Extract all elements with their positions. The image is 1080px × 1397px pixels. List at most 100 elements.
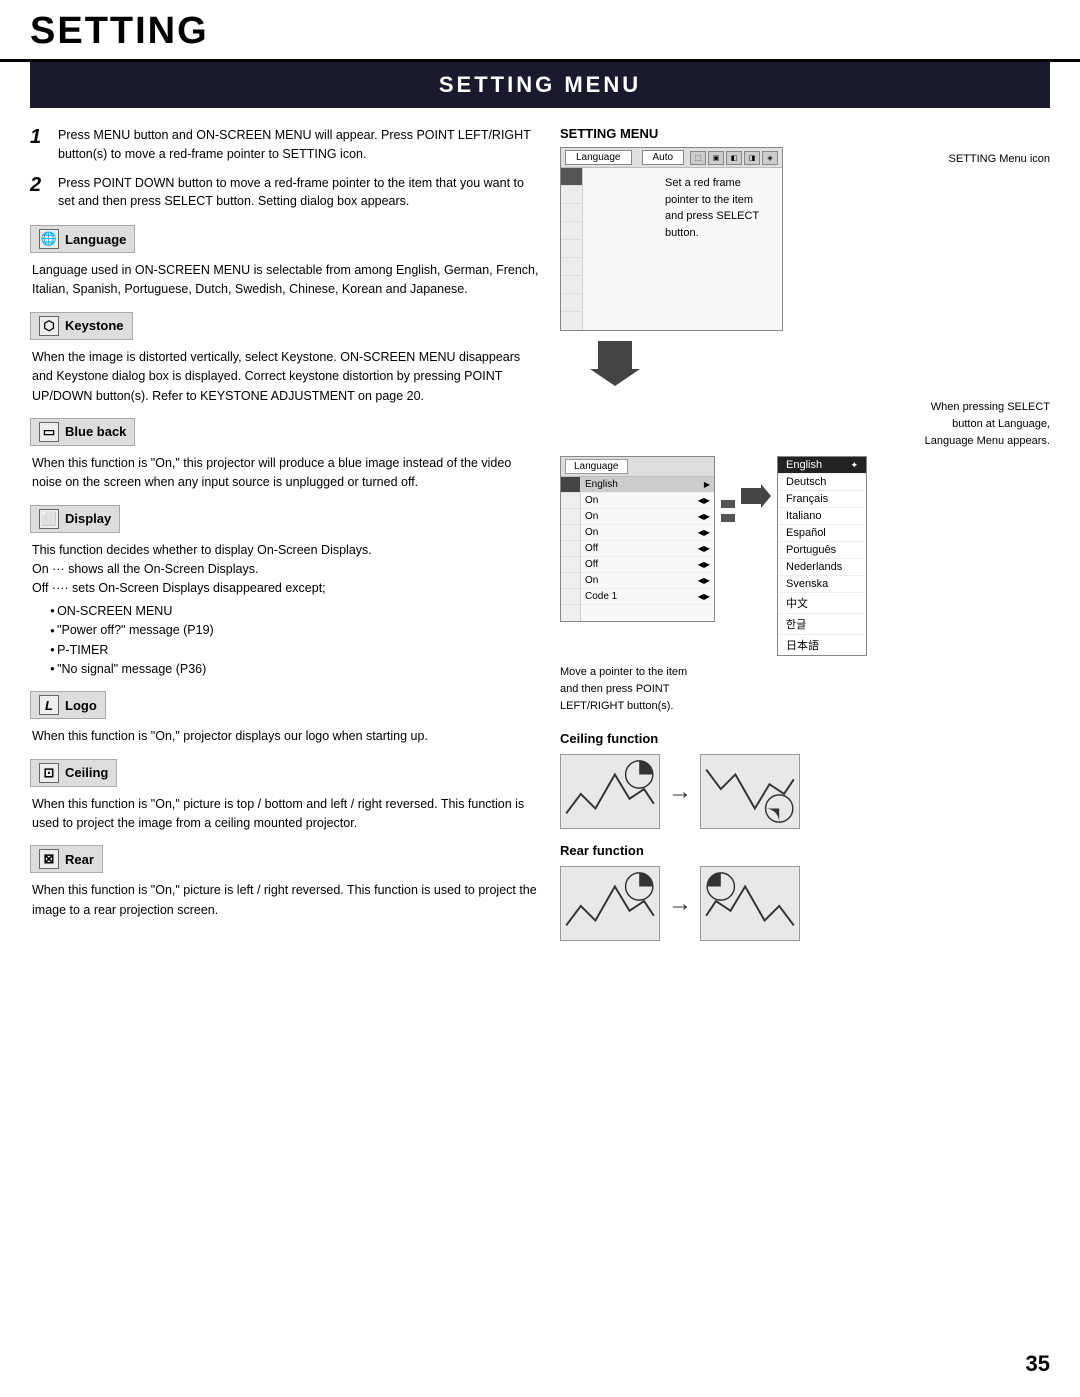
section-title: SETTING MENU [30,72,1050,98]
lang-s5 [561,541,580,557]
callout-left-text: Set a red frame pointer to the item and … [665,175,759,241]
section-keystone: ⬡ Keystone When the image is distorted v… [30,312,540,406]
steps: 1 Press MENU button and ON-SCREEN MENU w… [30,126,540,211]
top-menu-area: Language Auto ⬚ ▣ ◧ ◨ ◈ [560,147,1050,333]
lang-row-7: On ◀▶ [581,573,714,589]
logo-label: L Logo [30,691,106,719]
separator [721,456,735,536]
menu-icon-3: ◧ [726,151,742,165]
lang-sidebar [561,477,581,621]
menu-auto-label: Auto [642,150,685,165]
logo-icon: L [39,695,59,715]
lang-list-nederlands: Nederlands [778,559,866,576]
display-label: ⬜ Display [30,505,120,533]
arrow-svg [590,341,640,386]
list-item: P-TIMER [50,641,540,660]
lang-s6 [561,557,580,573]
ceiling-icon: ⊡ [39,763,59,783]
keystone-label: ⬡ Keystone [30,312,133,340]
sidebar-row-8 [561,294,582,312]
ceiling-label: ⊡ Ceiling [30,759,117,787]
section-title-bar: SETTING MENU [30,62,1050,108]
list-item: ON-SCREEN MENU [50,602,540,621]
sidebar-row-3 [561,204,582,222]
lang-list-italiano: Italiano [778,508,866,525]
logo-desc: When this function is "On," projector di… [32,727,540,746]
lang-s3 [561,509,580,525]
sidebar-row-6 [561,258,582,276]
lang-row-4: On ◀▶ [581,525,714,541]
rear-function-title: Rear function [560,843,1050,858]
language-label: 🌐 Language [30,225,135,253]
page-header: SETTING [0,0,1080,62]
sep-bar-2 [721,514,735,522]
blue-back-desc: When this function is "On," this project… [32,454,540,493]
lang-s4 [561,525,580,541]
section-ceiling: ⊡ Ceiling When this function is "On," pi… [30,759,540,834]
rear-before-img [560,866,660,941]
lang-row-3: On ◀▶ [581,509,714,525]
callout-right-text: SETTING Menu icon [949,151,1050,168]
ceiling-function-section: Ceiling function → [560,731,1050,829]
sidebar-row-5 [561,240,582,258]
blue-back-label: ▭ Blue back [30,418,135,446]
lang-s1 [561,477,580,493]
lang-s7 [561,573,580,589]
display-desc-off: Off ···· sets On-Screen Displays disappe… [32,579,540,598]
lang-row-english: English ▶ [581,477,714,493]
ceiling-function-images: → [560,754,1050,829]
language-menu-area: Language [560,456,1050,656]
menu-icon-2: ▣ [708,151,724,165]
lang-menu-header-label: Language [565,459,628,474]
display-icon: ⬜ [39,509,59,529]
menu-top-bar: Language Auto ⬚ ▣ ◧ ◨ ◈ [561,148,782,168]
list-item: "Power off?" message (P19) [50,621,540,640]
lang-row-6: Off ◀▶ [581,557,714,573]
lang-val-on3: On [585,527,598,538]
when-pressing-note: When pressing SELECT button at Language,… [560,399,1050,450]
rear-arrow: → [668,890,692,918]
right-column: SETTING MENU Language Auto ⬚ ▣ ◧ ◨ ◈ [560,126,1050,955]
section-rear: ⊠ Rear When this function is "On," pictu… [30,845,540,920]
lang-s9 [561,605,580,621]
language-desc: Language used in ON-SCREEN MENU is selec… [32,261,540,300]
main-content: 1 Press MENU button and ON-SCREEN MENU w… [0,108,1080,975]
lang-list-item-english: English ✦ [778,457,866,474]
lang-list-deutsch: Deutsch [778,474,866,491]
lang-menu-body: English ▶ On ◀▶ On ◀▶ On [561,477,714,621]
lang-row-5: Off ◀▶ [581,541,714,557]
rear-label: ⊠ Rear [30,845,103,873]
lang-s8 [561,589,580,605]
menu-icon-1: ⬚ [690,151,706,165]
lang-val-on1: On [585,495,598,506]
page-title: SETTING [30,10,1050,53]
language-icon: 🌐 [39,229,59,249]
lang-val-off2: Off [585,559,598,570]
sep-bar-1 [721,500,735,508]
setting-menu-right-label: SETTING MENU [560,126,1050,141]
lang-list-francais: Français [778,491,866,508]
step-1: 1 Press MENU button and ON-SCREEN MENU w… [30,126,540,164]
lang-val-on2: On [585,511,598,522]
list-item: "No signal" message (P36) [50,660,540,679]
rear-function-images: → [560,866,1050,941]
lang-val-code1: Code 1 [585,591,617,602]
lang-list-korean: 한글 [778,614,866,635]
rear-before-svg [561,867,659,940]
lang-row-9 [581,605,714,621]
sidebar-row-7 [561,276,582,294]
sidebar-row-4 [561,222,582,240]
lang-list-svenska: Svenska [778,576,866,593]
menu-sidebar [561,168,583,330]
ceiling-after-svg [701,755,799,828]
ceiling-desc: When this function is "On," picture is t… [32,795,540,834]
lang-val-on4: On [585,575,598,586]
ceiling-arrow: → [668,778,692,806]
section-language: 🌐 Language Language used in ON-SCREEN ME… [30,225,540,300]
menu-language-label: Language [565,150,632,165]
ceiling-function-title: Ceiling function [560,731,1050,746]
keystone-icon: ⬡ [39,316,59,336]
step-1-num: 1 [30,126,50,148]
blue-back-icon: ▭ [39,422,59,442]
sidebar-row-2 [561,186,582,204]
